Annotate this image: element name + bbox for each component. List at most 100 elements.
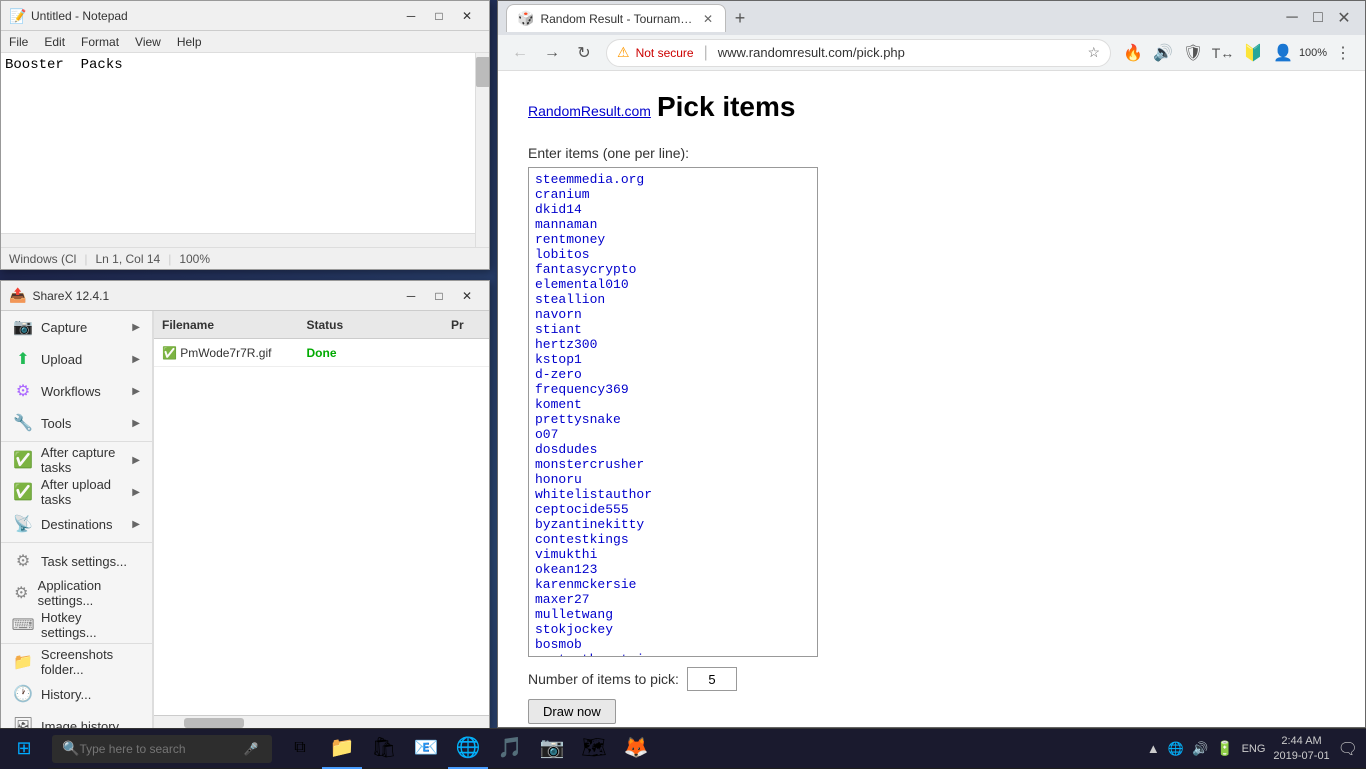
notepad-minimize-button[interactable]: ─ (397, 1, 425, 31)
taskbar-datetime[interactable]: 2:44 AM 2019-07-01 (1273, 734, 1329, 763)
notepad-view-menu[interactable]: View (127, 31, 169, 53)
browser-maximize-button[interactable]: □ (1305, 5, 1331, 31)
browser-menu-button[interactable]: ⋮ (1329, 39, 1357, 67)
notification-button[interactable]: 🗨 (1338, 739, 1358, 759)
sharex-image-history-menu[interactable]: 🖼 Image history... (1, 710, 152, 729)
items-textarea[interactable]: steemmedia.org cranium dkid14 mannaman r… (528, 167, 818, 657)
destinations-label: Destinations (41, 517, 113, 532)
notepad-status-zoom: 100% (179, 252, 210, 266)
app-settings-label: Application settings... (38, 578, 140, 608)
notepad-file-menu[interactable]: File (1, 31, 36, 53)
sharex-tools-menu[interactable]: 🔧 Tools ▶ (1, 407, 152, 439)
sharex-app-settings-menu[interactable]: ⚙ Application settings... (1, 577, 152, 609)
files-scroll-thumb (184, 718, 244, 728)
browser-refresh-button[interactable]: ↻ (570, 39, 598, 67)
browser-page-content: RandomResult.com Pick items Enter items … (498, 71, 1365, 727)
tab-close-button[interactable]: ✕ (701, 10, 715, 28)
browser-window: 🎲 Random Result - Tournament dra... ✕ + … (497, 0, 1366, 728)
notepad-help-menu[interactable]: Help (169, 31, 210, 53)
notepad-edit-menu[interactable]: Edit (36, 31, 73, 53)
browser-close-button[interactable]: ✕ (1331, 5, 1357, 31)
sharex-task-settings-menu[interactable]: ⚙ Task settings... (1, 545, 152, 577)
notepad-icon: 📝 (9, 8, 25, 24)
ext-icon-shield[interactable]: 🛡 (1179, 39, 1207, 67)
sharex-history-menu[interactable]: 🕐 History... (1, 678, 152, 710)
taskbar-app-chrome[interactable]: 🌐 (448, 729, 488, 769)
url-text[interactable]: www.randomresult.com/pick.php (718, 45, 1082, 60)
microphone-icon[interactable]: 🎤 (243, 742, 258, 756)
sharex-capture-menu[interactable]: 📷 Capture ▶ (1, 311, 152, 343)
draw-now-button[interactable]: Draw now (528, 699, 616, 724)
workflows-icon: ⚙ (13, 381, 33, 401)
taskbar-app-file-explorer[interactable]: 📁 (322, 729, 362, 769)
source-link[interactable]: RandomResult.com (528, 103, 651, 119)
notepad-titlebar: 📝 Untitled - Notepad ─ □ ✕ (1, 1, 489, 31)
taskbar-app-firefox[interactable]: 🦊 (616, 729, 656, 769)
system-tray-chevron[interactable]: ▲ (1147, 741, 1160, 756)
mail-icon: 📧 (414, 735, 439, 760)
taskbar-app-camera[interactable]: 📷 (532, 729, 572, 769)
music-icon: 🎵 (498, 735, 523, 760)
ext-icon-user[interactable]: 👤 (1269, 39, 1297, 67)
taskbar-search-box[interactable]: 🔍 🎤 (52, 735, 272, 763)
browser-minimize-button[interactable]: ─ (1279, 5, 1305, 31)
ext-icon-2[interactable]: 🔊 (1149, 39, 1177, 67)
taskbar-search-input[interactable] (79, 742, 239, 756)
sharex-icon: 📤 (9, 287, 26, 304)
notepad-scrollbar[interactable] (475, 53, 489, 247)
page-title: Pick items (657, 91, 796, 123)
destinations-icon: 📡 (13, 514, 33, 534)
sharex-after-capture-menu[interactable]: ✅ After capture tasks ▶ (1, 444, 152, 476)
camera-icon: 📷 (540, 735, 565, 760)
taskbar-time-display: 2:44 AM (1273, 734, 1329, 748)
ext-icon-1[interactable]: 🔥 (1119, 39, 1147, 67)
sharex-workflows-menu[interactable]: ⚙ Workflows ▶ (1, 375, 152, 407)
capture-icon: 📷 (13, 317, 33, 337)
volume-icon[interactable]: 🔊 (1192, 741, 1208, 757)
browser-address-bar[interactable]: ⚠ Not secure | www.randomresult.com/pick… (606, 39, 1111, 67)
bookmark-icon[interactable]: ☆ (1087, 44, 1100, 61)
ext-icon-translate[interactable]: T↔ (1209, 39, 1237, 67)
taskbar-app-maps[interactable]: 🗺 (574, 729, 614, 769)
new-tab-button[interactable]: + (726, 4, 754, 32)
page-header: RandomResult.com Pick items (528, 91, 1335, 137)
notepad-hscrollbar[interactable] (1, 233, 475, 247)
draw-button-container: Draw now (528, 699, 1335, 724)
network-icon[interactable]: 🌐 (1168, 741, 1184, 757)
taskbar-app-store[interactable]: 🛍 (364, 729, 404, 769)
taskbar-app-music[interactable]: 🎵 (490, 729, 530, 769)
file-explorer-icon: 📁 (330, 735, 355, 760)
after-upload-arrow: ▶ (132, 487, 140, 498)
browser-tab-active[interactable]: 🎲 Random Result - Tournament dra... ✕ (506, 4, 726, 32)
browser-forward-button[interactable]: → (538, 39, 566, 67)
pick-row: Number of items to pick: (528, 667, 1335, 691)
files-hscrollbar[interactable] (154, 715, 489, 729)
browser-back-button[interactable]: ← (506, 39, 534, 67)
tab-title: Random Result - Tournament dra... (540, 12, 695, 26)
sharex-destinations-menu[interactable]: 📡 Destinations ▶ (1, 508, 152, 540)
taskbar-app-task-view[interactable]: ⧉ (280, 729, 320, 769)
ext-icon-shield2[interactable]: 🔰 (1239, 39, 1267, 67)
sharex-minimize-button[interactable]: ─ (397, 281, 425, 311)
sharex-maximize-button[interactable]: □ (425, 281, 453, 311)
notepad-text-area[interactable]: Booster Packs (1, 53, 489, 247)
sharex-menu-panel: 📷 Capture ▶ ⬆ Upload ▶ ⚙ Workflows ▶ 🔧 T… (1, 311, 153, 729)
workflows-label: Workflows (41, 384, 101, 399)
start-button[interactable]: ⊞ (0, 729, 48, 769)
separator-2 (1, 542, 152, 543)
sharex-upload-menu[interactable]: ⬆ Upload ▶ (1, 343, 152, 375)
sharex-after-upload-menu[interactable]: ✅ After upload tasks ▶ (1, 476, 152, 508)
sharex-hotkey-settings-menu[interactable]: ⌨ Hotkey settings... (1, 609, 152, 641)
sharex-close-button[interactable]: ✕ (453, 281, 481, 311)
sharex-window: 📤 ShareX 12.4.1 ─ □ ✕ 📷 Capture ▶ ⬆ Uplo… (0, 280, 490, 730)
taskbar-app-mail[interactable]: 📧 (406, 729, 446, 769)
pick-number-input[interactable] (687, 667, 737, 691)
notepad-maximize-button[interactable]: □ (425, 1, 453, 31)
screenshots-folder-icon: 📁 (13, 652, 33, 672)
sharex-screenshots-folder-menu[interactable]: 📁 Screenshots folder... (1, 646, 152, 678)
notepad-format-menu[interactable]: Format (73, 31, 127, 53)
notepad-statusbar: Windows (Cl | Ln 1, Col 14 | 100% (1, 247, 489, 269)
notepad-close-button[interactable]: ✕ (453, 1, 481, 31)
battery-icon[interactable]: 🔋 (1216, 740, 1233, 757)
taskbar-app-icons: ⧉ 📁 🛍 📧 🌐 🎵 📷 🗺 🦊 (280, 729, 656, 769)
